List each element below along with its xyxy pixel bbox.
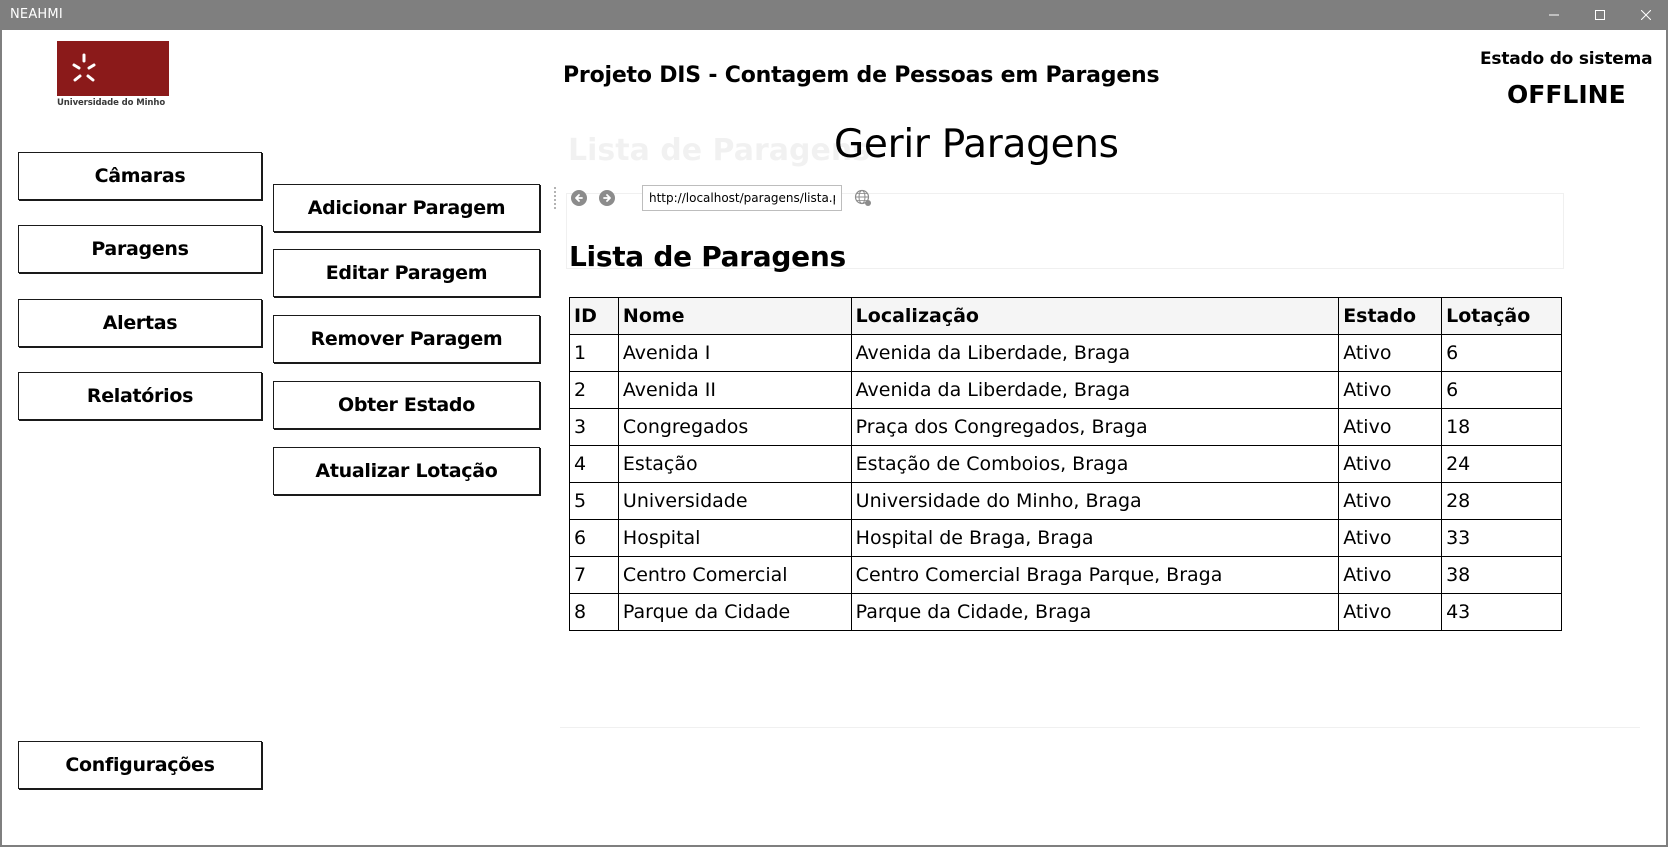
remove-stop-button[interactable]: Remover Paragem (273, 315, 540, 363)
table-row: 4 Estação Estação de Comboios, Braga Ati… (569, 445, 1562, 483)
cell-status: Ativo (1338, 445, 1443, 483)
nav-alerts-button[interactable]: Alertas (18, 299, 262, 347)
table-header-row: ID Nome Localização Estado Lotação (569, 297, 1562, 335)
cell-occupancy: 24 (1441, 445, 1562, 483)
cell-occupancy: 38 (1441, 556, 1562, 594)
cell-occupancy: 6 (1441, 334, 1562, 372)
cell-status: Ativo (1338, 482, 1443, 520)
column-header-id: ID (569, 297, 619, 335)
logo-symbol-icon (72, 53, 96, 82)
back-arrow-icon (575, 194, 583, 202)
cell-occupancy: 43 (1441, 593, 1562, 631)
logo-caption: Universidade do Minho (57, 98, 166, 108)
cell-id: 6 (569, 519, 619, 557)
table-row: 2 Avenida II Avenida da Liberdade, Braga… (569, 371, 1562, 409)
ghost-divider (560, 727, 1640, 728)
cell-id: 2 (569, 371, 619, 409)
nav-reports-button[interactable]: Relatórios (18, 372, 262, 420)
forward-arrow-icon (603, 194, 611, 202)
column-header-status: Estado (1338, 297, 1443, 335)
app-header-title: Projeto DIS - Contagem de Pessoas em Par… (563, 63, 1160, 88)
cell-status: Ativo (1338, 371, 1443, 409)
cell-location: Estação de Comboios, Braga (850, 445, 1340, 483)
cell-location: Avenida da Liberdade, Braga (850, 334, 1340, 372)
close-icon (1641, 10, 1651, 20)
stops-table: ID Nome Localização Estado Lotação 1 Ave… (569, 297, 1562, 631)
cell-status: Ativo (1338, 408, 1443, 446)
toolbar-grip[interactable] (553, 186, 557, 210)
get-status-button[interactable]: Obter Estado (273, 381, 540, 429)
close-button[interactable] (1623, 0, 1668, 30)
system-status-value: OFFLINE (1507, 80, 1626, 109)
nav-stops-button[interactable]: Paragens (18, 225, 262, 273)
cell-status: Ativo (1338, 593, 1443, 631)
forward-button[interactable] (599, 190, 615, 206)
cell-id: 7 (569, 556, 619, 594)
cell-status: Ativo (1338, 519, 1443, 557)
column-header-location: Localização (850, 297, 1340, 335)
cell-name: Avenida I (617, 334, 852, 372)
cell-location: Universidade do Minho, Braga (850, 482, 1340, 520)
table-row: 7 Centro Comercial Centro Comercial Brag… (569, 556, 1562, 594)
table-row: 6 Hospital Hospital de Braga, Braga Ativ… (569, 519, 1562, 557)
table-row: 3 Congregados Praça dos Congregados, Bra… (569, 408, 1562, 446)
page-title: Gerir Paragens (834, 122, 1119, 167)
cell-location: Avenida da Liberdade, Braga (850, 371, 1340, 409)
cell-id: 8 (569, 593, 619, 631)
cell-location: Centro Comercial Braga Parque, Braga (850, 556, 1340, 594)
cell-name: Avenida II (617, 371, 852, 409)
list-heading: Lista de Paragens (569, 240, 846, 273)
update-occupancy-button[interactable]: Atualizar Lotação (273, 447, 540, 495)
cell-name: Universidade (617, 482, 852, 520)
window-title: NEAHMI (10, 7, 63, 22)
university-logo: Universidade do Minho (57, 41, 169, 109)
table-row: 8 Parque da Cidade Parque da Cidade, Bra… (569, 593, 1562, 631)
edit-stop-button[interactable]: Editar Paragem (273, 249, 540, 297)
table-row: 1 Avenida I Avenida da Liberdade, Braga … (569, 334, 1562, 372)
settings-button[interactable]: Configurações (18, 741, 262, 789)
ghost-list-heading: Lista de Paragens (568, 133, 871, 168)
column-header-name: Nome (617, 297, 852, 335)
system-status-label: Estado do sistema (1480, 49, 1653, 69)
maximize-button[interactable] (1577, 0, 1623, 30)
column-header-occupancy: Lotação (1441, 297, 1562, 335)
browser-toolbar (553, 184, 883, 212)
cell-status: Ativo (1338, 556, 1443, 594)
cell-location: Praça dos Congregados, Braga (850, 408, 1340, 446)
cell-name: Parque da Cidade (617, 593, 852, 631)
cell-status: Ativo (1338, 334, 1443, 372)
minimize-icon (1549, 14, 1559, 16)
url-field[interactable] (642, 185, 842, 211)
cell-occupancy: 6 (1441, 371, 1562, 409)
globe-icon[interactable] (854, 189, 872, 207)
cell-occupancy: 18 (1441, 408, 1562, 446)
cell-name: Estação (617, 445, 852, 483)
cell-name: Centro Comercial (617, 556, 852, 594)
add-stop-button[interactable]: Adicionar Paragem (273, 184, 540, 232)
logo-emblem (57, 41, 169, 96)
cell-id: 4 (569, 445, 619, 483)
cell-location: Parque da Cidade, Braga (850, 593, 1340, 631)
cell-occupancy: 28 (1441, 482, 1562, 520)
maximize-icon (1595, 10, 1605, 20)
cell-name: Hospital (617, 519, 852, 557)
cell-id: 1 (569, 334, 619, 372)
cell-id: 3 (569, 408, 619, 446)
nav-cameras-button[interactable]: Câmaras (18, 152, 262, 200)
minimize-button[interactable] (1531, 0, 1577, 30)
table-row: 5 Universidade Universidade do Minho, Br… (569, 482, 1562, 520)
cell-id: 5 (569, 482, 619, 520)
window-titlebar[interactable]: NEAHMI (0, 0, 1668, 30)
cell-location: Hospital de Braga, Braga (850, 519, 1340, 557)
cell-name: Congregados (617, 408, 852, 446)
cell-occupancy: 33 (1441, 519, 1562, 557)
back-button[interactable] (571, 190, 587, 206)
